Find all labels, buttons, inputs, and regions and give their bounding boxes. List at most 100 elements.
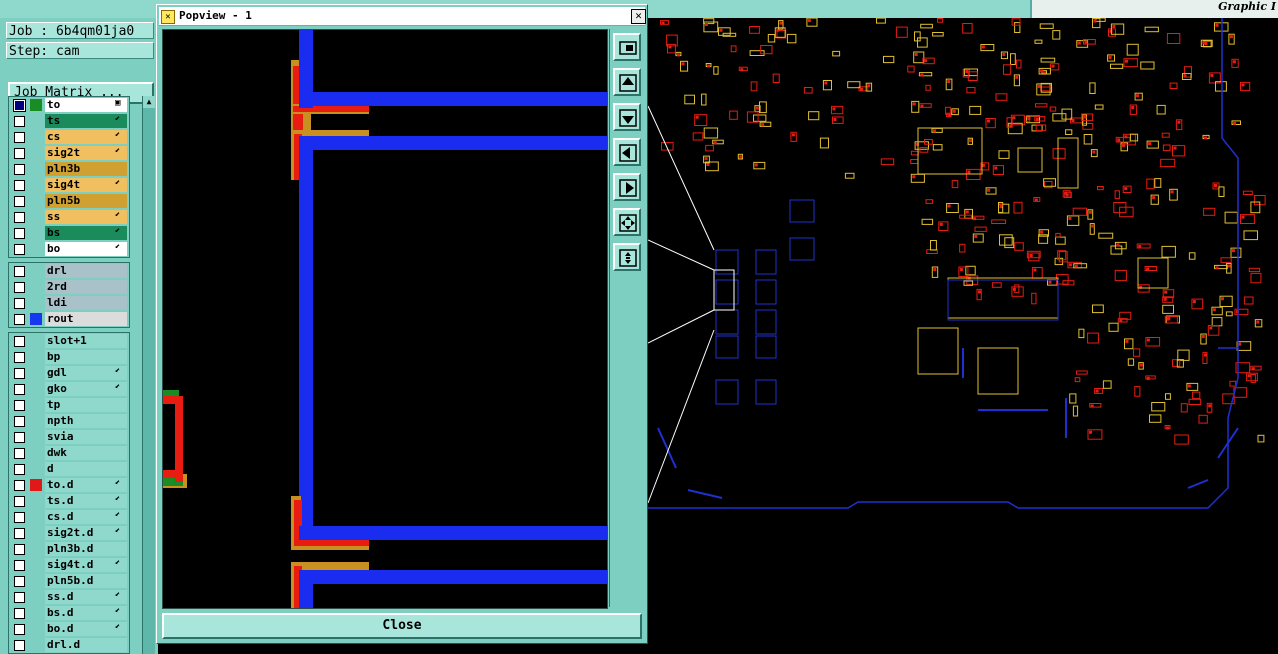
- layer-row[interactable]: ⬋ bo: [9, 241, 129, 257]
- popview-zoom-view[interactable]: [162, 29, 608, 609]
- zoom-fit-icon[interactable]: [613, 208, 641, 236]
- layer-checkbox[interactable]: [14, 336, 25, 347]
- layer-row[interactable]: pln3b: [9, 161, 129, 177]
- layer-name[interactable]: npth: [45, 414, 127, 428]
- layer-checkbox[interactable]: [14, 480, 25, 491]
- layer-name[interactable]: bp: [45, 350, 127, 364]
- layer-checkbox[interactable]: [14, 100, 25, 111]
- layer-checkbox[interactable]: [14, 624, 25, 635]
- zoom-home-icon[interactable]: [613, 33, 641, 61]
- layer-row[interactable]: ⬋ ts.d: [9, 493, 129, 509]
- layer-checkbox[interactable]: [14, 512, 25, 523]
- layer-list-scrollbar[interactable]: ▲: [142, 96, 155, 654]
- layer-name[interactable]: pln5b: [45, 194, 127, 208]
- layer-name[interactable]: drl.d: [45, 638, 127, 652]
- layer-checkbox[interactable]: [14, 228, 25, 239]
- layer-checkbox[interactable]: [14, 608, 25, 619]
- pan-right-icon[interactable]: [613, 173, 641, 201]
- layer-name[interactable]: drl: [45, 264, 127, 278]
- layer-row[interactable]: ⬋ bo.d: [9, 621, 129, 637]
- layer-checkbox[interactable]: [14, 384, 25, 395]
- layer-row[interactable]: ⬋ sig4t.d: [9, 557, 129, 573]
- layer-checkbox[interactable]: [14, 116, 25, 127]
- layer-row[interactable]: ⬋ cs: [9, 129, 129, 145]
- layer-checkbox[interactable]: [14, 266, 25, 277]
- layer-row[interactable]: ⬋ sig2t: [9, 145, 129, 161]
- layer-name[interactable]: slot+1: [45, 334, 127, 348]
- layer-row[interactable]: rout: [9, 311, 129, 327]
- layer-name[interactable]: rout: [45, 312, 127, 326]
- layer-checkbox[interactable]: [14, 496, 25, 507]
- layer-row[interactable]: ⬋ gdl: [9, 365, 129, 381]
- layer-checkbox[interactable]: [14, 282, 25, 293]
- layer-row[interactable]: slot+1: [9, 333, 129, 349]
- popview-titlebar[interactable]: ✕ Popview - 1 ✕: [159, 7, 646, 26]
- layer-row[interactable]: pln3b.d: [9, 541, 129, 557]
- layer-checkbox[interactable]: [14, 352, 25, 363]
- layer-color-swatch[interactable]: [30, 99, 42, 111]
- layer-name[interactable]: pln5b.d: [45, 574, 127, 588]
- layer-checkbox[interactable]: [14, 448, 25, 459]
- layer-checkbox[interactable]: [14, 298, 25, 309]
- layer-row[interactable]: ⬋ bs: [9, 225, 129, 241]
- layer-row[interactable]: ldi: [9, 295, 129, 311]
- layer-name[interactable]: d: [45, 462, 127, 476]
- layer-name[interactable]: pln3b.d: [45, 542, 127, 556]
- layer-name[interactable]: tp: [45, 398, 127, 412]
- close-icon[interactable]: ✕: [631, 9, 646, 24]
- layer-checkbox[interactable]: [14, 212, 25, 223]
- layer-row[interactable]: pln5b: [9, 193, 129, 209]
- layer-row[interactable]: tp: [9, 397, 129, 413]
- layer-checkbox[interactable]: [14, 528, 25, 539]
- layer-row[interactable]: npth: [9, 413, 129, 429]
- layer-color-swatch[interactable]: [30, 313, 42, 325]
- layer-checkbox[interactable]: [14, 560, 25, 571]
- layer-checkbox[interactable]: [14, 544, 25, 555]
- pan-up-icon[interactable]: [613, 68, 641, 96]
- close-button[interactable]: Close: [162, 613, 642, 639]
- layer-checkbox[interactable]: [14, 244, 25, 255]
- layer-checkbox[interactable]: [14, 464, 25, 475]
- layer-name[interactable]: 2rd: [45, 280, 127, 294]
- layer-row[interactable]: ⬋ cs.d: [9, 509, 129, 525]
- pan-down-icon[interactable]: [613, 103, 641, 131]
- layer-row[interactable]: ⬋ ts: [9, 113, 129, 129]
- layer-checkbox[interactable]: [14, 576, 25, 587]
- layer-name[interactable]: pln3b: [45, 162, 127, 176]
- layer-row[interactable]: dwk: [9, 445, 129, 461]
- layer-checkbox[interactable]: [14, 432, 25, 443]
- layer-checkbox[interactable]: [14, 164, 25, 175]
- pan-left-icon[interactable]: [613, 138, 641, 166]
- layer-row[interactable]: bp: [9, 349, 129, 365]
- layer-row[interactable]: ⬋ sig4t: [9, 177, 129, 193]
- layer-row[interactable]: ⬋ ss.d: [9, 589, 129, 605]
- layer-checkbox[interactable]: [14, 368, 25, 379]
- layer-row[interactable]: ⬋ bs.d: [9, 605, 129, 621]
- layer-color-swatch[interactable]: [30, 479, 42, 491]
- layer-row[interactable]: ⬋ gko: [9, 381, 129, 397]
- layer-name[interactable]: svia: [45, 430, 127, 444]
- layer-row[interactable]: ⬋ to.d: [9, 477, 129, 493]
- layer-row[interactable]: 2rd: [9, 279, 129, 295]
- layer-name[interactable]: dwk: [45, 446, 127, 460]
- layer-row[interactable]: ⬋ sig2t.d: [9, 525, 129, 541]
- layer-checkbox[interactable]: [14, 180, 25, 191]
- zoom-center-icon[interactable]: [613, 243, 641, 271]
- layer-checkbox[interactable]: [14, 592, 25, 603]
- layer-checkbox[interactable]: [14, 640, 25, 651]
- layer-checkbox[interactable]: [14, 400, 25, 411]
- layer-checkbox[interactable]: [14, 314, 25, 325]
- layer-row[interactable]: ▣ to: [9, 97, 129, 113]
- layer-checkbox[interactable]: [14, 132, 25, 143]
- layer-row[interactable]: d: [9, 461, 129, 477]
- scroll-up-arrow-icon[interactable]: ▲: [143, 96, 155, 108]
- layer-row[interactable]: ⬋ ss: [9, 209, 129, 225]
- layer-row[interactable]: pln5b.d: [9, 573, 129, 589]
- layer-checkbox[interactable]: [14, 416, 25, 427]
- layer-name[interactable]: ldi: [45, 296, 127, 310]
- layer-row[interactable]: svia: [9, 429, 129, 445]
- layer-row[interactable]: drl: [9, 263, 129, 279]
- layer-checkbox[interactable]: [14, 196, 25, 207]
- layer-checkbox[interactable]: [14, 148, 25, 159]
- layer-row[interactable]: drl.d: [9, 637, 129, 653]
